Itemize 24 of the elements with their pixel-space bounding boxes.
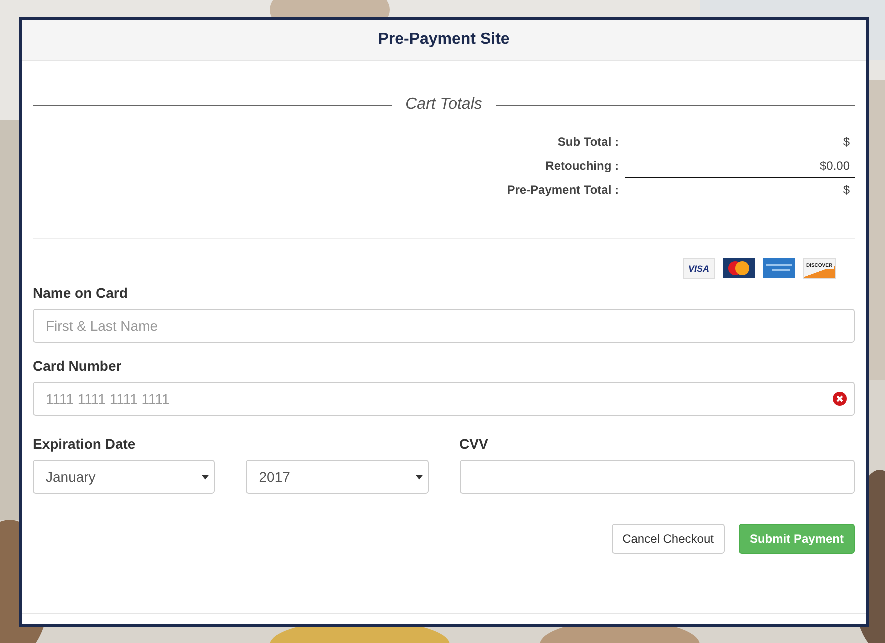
total-label: Retouching : — [544, 159, 619, 173]
year-select[interactable]: 2017 — [246, 460, 428, 494]
error-icon — [833, 392, 847, 406]
month-select[interactable]: January — [33, 460, 216, 494]
field-label: Card Number — [33, 358, 123, 374]
total-value: $ — [842, 182, 851, 199]
field-label: Expiration Date — [33, 436, 137, 452]
field-label: Name on Card — [33, 285, 129, 301]
total-value: $0.00 — [625, 154, 855, 178]
card-number-input[interactable]: 1111 1111 1111 1111 — [33, 382, 855, 416]
modal-title: Pre-Payment Site — [378, 31, 510, 49]
name-input[interactable]: First & Last Name — [33, 309, 855, 343]
cvv-input[interactable] — [460, 460, 855, 494]
section-heading: Cart Totals — [406, 96, 482, 114]
caret-icon — [416, 474, 422, 480]
total-label: Sub Total : — [556, 135, 619, 149]
mastercard-icon — [723, 258, 755, 279]
cancel-button[interactable]: Cancel Checkout — [612, 524, 725, 554]
caret-icon — [202, 474, 210, 480]
total-value: $ — [842, 134, 851, 151]
visa-card-icon: VISA — [683, 258, 715, 279]
total-label: Pre-Payment Total : — [506, 183, 619, 197]
field-label: CVV — [460, 436, 490, 452]
amex-card-icon — [763, 258, 795, 279]
